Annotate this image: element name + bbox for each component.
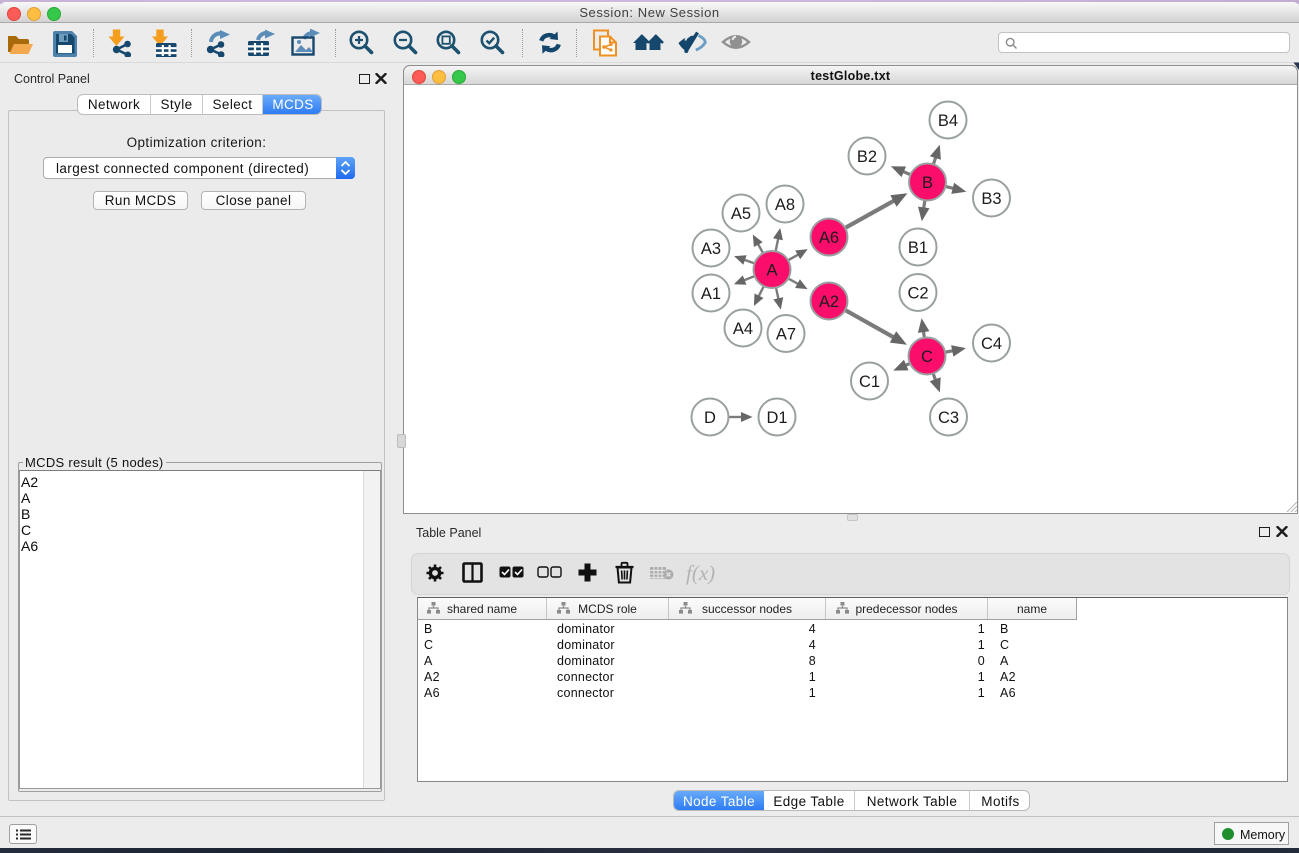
svg-text:A2: A2: [819, 293, 839, 311]
svg-text:D1: D1: [766, 409, 787, 427]
svg-text:C2: C2: [907, 284, 928, 302]
svg-text:B1: B1: [908, 239, 928, 257]
svg-text:B2: B2: [857, 148, 877, 166]
svg-text:C1: C1: [859, 373, 880, 391]
svg-text:C3: C3: [938, 409, 959, 427]
svg-text:A6: A6: [819, 229, 839, 247]
svg-text:A3: A3: [701, 240, 721, 258]
svg-text:B4: B4: [938, 112, 958, 130]
svg-text:A7: A7: [776, 325, 796, 343]
svg-text:A: A: [766, 261, 777, 279]
svg-text:C4: C4: [981, 335, 1002, 353]
svg-text:D: D: [704, 409, 716, 427]
svg-text:A1: A1: [701, 285, 721, 303]
svg-text:B: B: [922, 174, 933, 192]
svg-text:B3: B3: [981, 190, 1001, 208]
svg-text:A8: A8: [775, 196, 795, 214]
svg-text:A4: A4: [733, 320, 753, 338]
svg-text:C: C: [921, 348, 933, 366]
svg-text:A5: A5: [731, 205, 751, 223]
